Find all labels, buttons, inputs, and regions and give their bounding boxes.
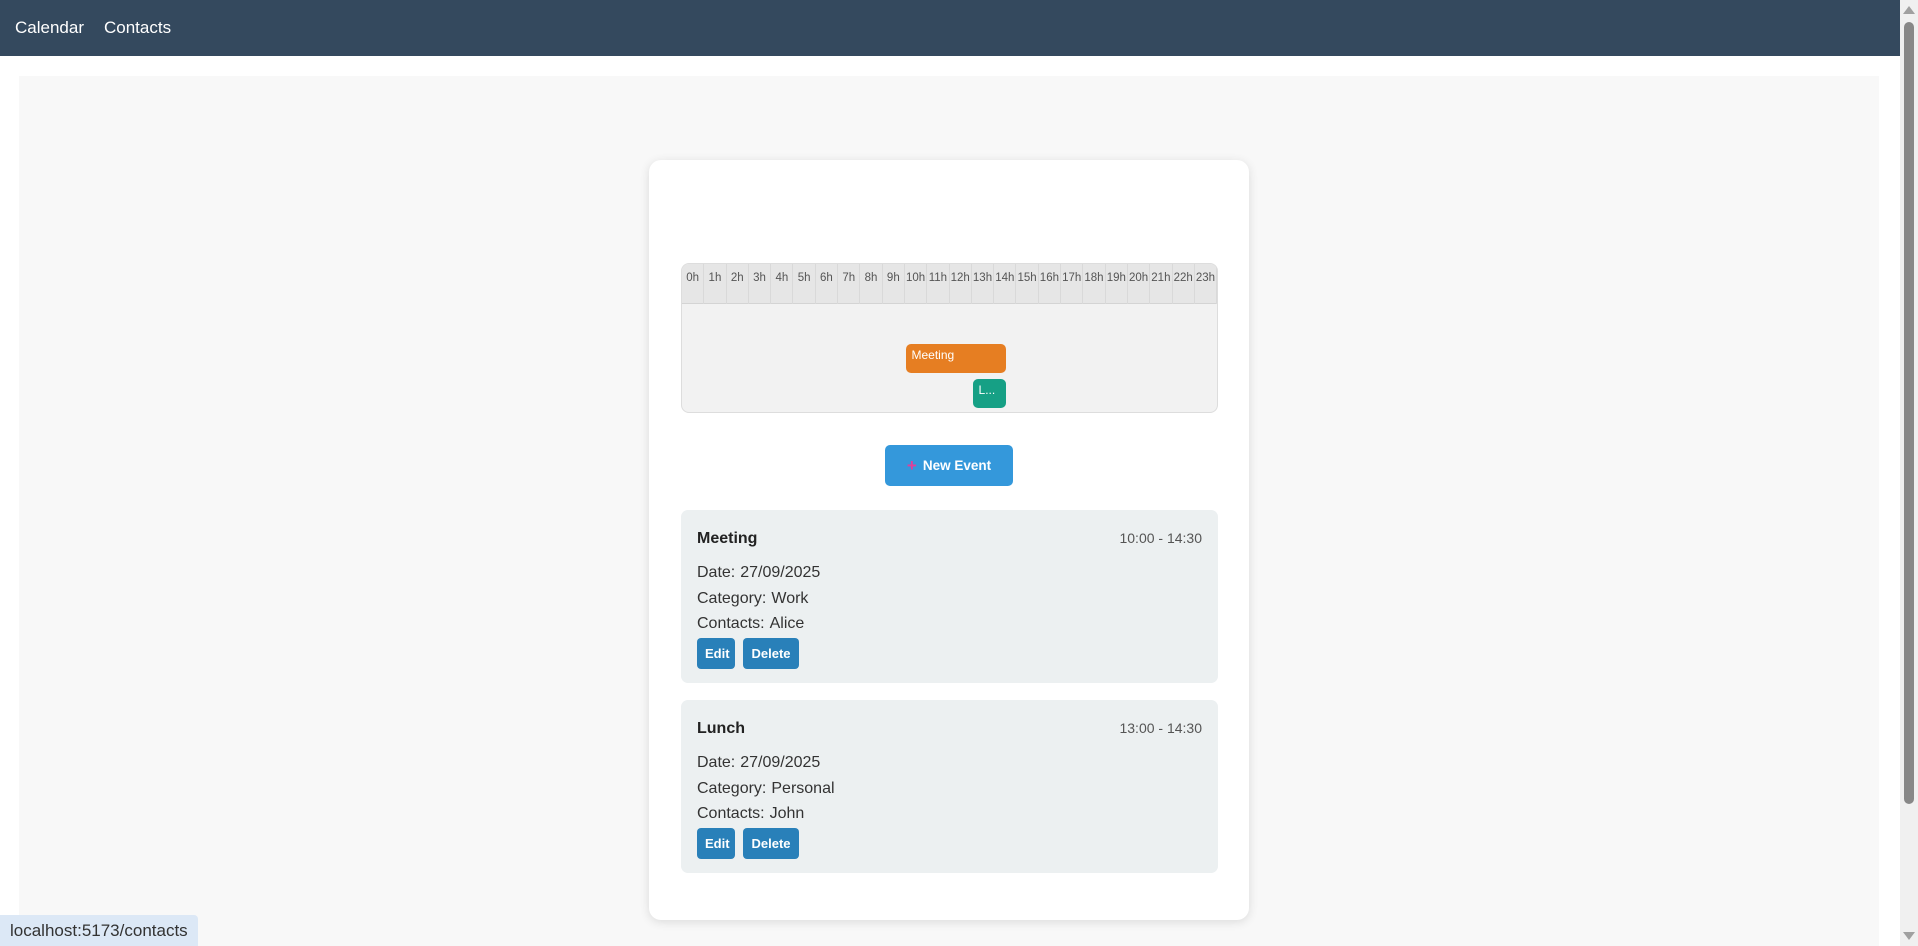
event-contacts: Contacts: Alice xyxy=(697,615,804,633)
day-timeline: 0h 1h 2h 3h 4h 5h 6h 7h 8h 9h 10h 11h 12h 13h 14h 15h 16… xyxy=(681,263,1218,413)
timeline-hour-label: 4h xyxy=(771,264,794,304)
timeline-hour-label: 21h xyxy=(1150,264,1173,304)
timeline-hour-label: 6h xyxy=(816,264,839,304)
timeline-hour-label: 22h xyxy=(1173,264,1195,304)
nav-calendar-link[interactable]: Calendar xyxy=(15,18,84,38)
timeline-event-bar[interactable]: Meeting xyxy=(905,344,1007,373)
new-event-label: New Event xyxy=(922,458,992,473)
status-bar-url: localhost:5173/contacts xyxy=(0,915,198,946)
timeline-hour-label: 11h xyxy=(927,264,950,304)
delete-button[interactable]: Delete xyxy=(743,828,799,859)
top-navbar: Calendar Contacts xyxy=(0,0,1900,56)
timeline-hour-label: 0h xyxy=(682,264,705,304)
scroll-thumb[interactable] xyxy=(1904,22,1914,804)
edit-button[interactable]: Edit xyxy=(697,828,735,859)
timeline-hour-label: 15h xyxy=(1016,264,1039,304)
timeline-event-bar[interactable]: L... xyxy=(972,379,1007,408)
delete-button[interactable]: Delete xyxy=(743,638,799,669)
event-category-label: Category: xyxy=(697,780,767,797)
events-card: 0h 1h 2h 3h 4h 5h 6h 7h 8h 9h 10h 11h 12h 13h 14h 15h 16… xyxy=(649,160,1249,920)
timeline-hour-label: 12h xyxy=(950,264,972,304)
timeline-hour-label: 7h xyxy=(838,264,861,304)
timeline-hour-label: 17h xyxy=(1061,264,1084,304)
event-time: 13:00 - 14:30 xyxy=(1119,720,1202,736)
event-title: Meeting xyxy=(697,530,758,547)
event-date-label: Date: xyxy=(697,754,736,771)
timeline-hour-label: 8h xyxy=(860,264,883,304)
timeline-hour-label: 20h xyxy=(1128,264,1151,304)
event-contacts-value: Alice xyxy=(769,615,805,632)
event-contacts-label: Contacts: xyxy=(697,805,765,822)
event-category-label: Category: xyxy=(697,590,767,607)
event-date-value: 27/09/2025 xyxy=(740,564,821,581)
event-title: Lunch xyxy=(697,720,745,737)
edit-button[interactable]: Edit xyxy=(697,638,735,669)
event-contacts-value: John xyxy=(769,805,805,822)
timeline-hour-label: 14h xyxy=(994,264,1017,304)
timeline-hour-label: 2h xyxy=(727,264,749,304)
event-category-value: Work xyxy=(771,590,809,607)
event-date: Date: 27/09/2025 xyxy=(697,564,820,582)
page-scrollbar[interactable] xyxy=(1900,0,1918,946)
timeline-hour-label: 23h xyxy=(1195,264,1217,304)
event-category-value: Personal xyxy=(771,780,835,797)
timeline-hour-label: 9h xyxy=(883,264,905,304)
event-card-lunch: Lunch 13:00 - 14:30 Date: 27/09/2025 Cate… xyxy=(681,700,1218,873)
event-contacts: Contacts: John xyxy=(697,805,804,823)
event-time: 10:00 - 14:30 xyxy=(1119,530,1202,546)
timeline-hour-label: 16h xyxy=(1039,264,1062,304)
timeline-hour-label: 19h xyxy=(1106,264,1128,304)
event-category: Category: Personal xyxy=(697,780,835,798)
event-date-value: 27/09/2025 xyxy=(740,754,821,771)
timeline-hour-label: 18h xyxy=(1083,264,1106,304)
plus-icon: + xyxy=(906,455,917,475)
new-event-button[interactable]: + New Event xyxy=(885,445,1013,486)
timeline-hour-label: 1h xyxy=(704,264,727,304)
event-date-label: Date: xyxy=(697,564,736,581)
timeline-hour-label: 3h xyxy=(749,264,772,304)
scroll-down-icon[interactable] xyxy=(1903,932,1915,940)
event-contacts-label: Contacts: xyxy=(697,615,765,632)
timeline-hour-header: 0h 1h 2h 3h 4h 5h 6h 7h 8h 9h 10h 11h 12h 13h 14h 15h 16… xyxy=(682,264,1217,304)
event-date: Date: 27/09/2025 xyxy=(697,754,820,772)
event-category: Category: Work xyxy=(697,590,808,608)
scroll-up-icon[interactable] xyxy=(1903,6,1915,14)
timeline-hour-label: 13h xyxy=(972,264,995,304)
timeline-hour-label: 10h xyxy=(905,264,928,304)
timeline-hour-label: 5h xyxy=(793,264,816,304)
event-card-meeting: Meeting 10:00 - 14:30 Date: 27/09/2025 Ca… xyxy=(681,510,1218,683)
nav-contacts-link[interactable]: Contacts xyxy=(104,18,171,38)
